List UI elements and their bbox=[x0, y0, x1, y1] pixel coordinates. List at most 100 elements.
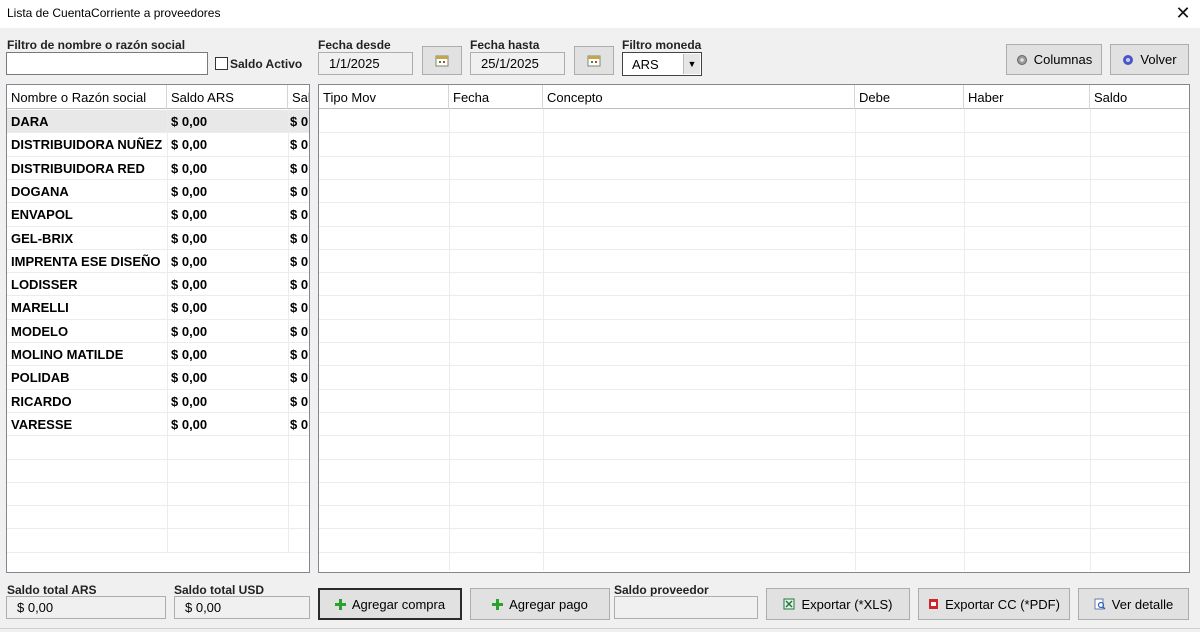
grid-line bbox=[7, 435, 309, 437]
agregar-compra-label: Agregar compra bbox=[351, 596, 446, 612]
grid-column-line bbox=[449, 109, 450, 571]
table-row[interactable]: MOLINO MATILDE $ 0,00 $ 0,00 bbox=[7, 343, 309, 366]
saldo-total-usd-label: Saldo total USD bbox=[174, 583, 265, 597]
saldo-usd-cell: $ 0,00 bbox=[290, 300, 309, 316]
grid-line bbox=[7, 551, 309, 553]
column-header-saldo[interactable]: Saldo bbox=[1090, 85, 1189, 109]
saldo-ars-cell: $ 0,00 bbox=[171, 183, 208, 199]
supplier-name-cell: DISTRIBUIDORA RED bbox=[11, 160, 145, 176]
ver-detalle-button[interactable]: Ver detalle bbox=[1078, 588, 1189, 620]
table-row[interactable]: VARESSE $ 0,00 $ 0,00 bbox=[7, 413, 309, 436]
close-icon[interactable]: ✕ bbox=[1172, 2, 1194, 24]
supplier-name-cell: ENVAPOL bbox=[11, 207, 73, 223]
moneda-select-value: ARS bbox=[632, 57, 659, 72]
saldo-ars-cell: $ 0,00 bbox=[171, 323, 208, 339]
saldo-usd-cell: $ 0,00 bbox=[290, 393, 309, 409]
grid-line bbox=[7, 318, 309, 320]
saldo-usd-cell: $ 0,00 bbox=[290, 277, 309, 293]
fecha-hasta-calendar-button[interactable] bbox=[574, 46, 614, 75]
plus-icon bbox=[334, 598, 346, 610]
table-row[interactable]: ENVAPOL $ 0,00 $ 0,00 bbox=[7, 203, 309, 226]
exportar-xls-button[interactable]: Exportar (*XLS) bbox=[766, 588, 910, 620]
column-header-haber[interactable]: Haber bbox=[964, 85, 1090, 109]
pdf-icon bbox=[928, 598, 939, 610]
moneda-filter-label: Filtro moneda bbox=[622, 38, 702, 52]
grid-line bbox=[7, 155, 309, 157]
grid-column-line bbox=[855, 109, 856, 571]
table-row[interactable]: DARA $ 0,00 $ 0,00 bbox=[7, 110, 309, 133]
saldo-proveedor-label: Saldo proveedor bbox=[614, 583, 709, 597]
table-row[interactable]: GEL-BRIX $ 0,00 $ 0,00 bbox=[7, 227, 309, 250]
movements-grid-header: Tipo Mov Fecha Concepto Debe Haber Saldo bbox=[319, 85, 1189, 109]
fecha-desde-label: Fecha desde bbox=[318, 38, 391, 52]
grid-column-line bbox=[1090, 109, 1091, 571]
agregar-pago-button[interactable]: Agregar pago bbox=[470, 588, 610, 620]
grid-line bbox=[7, 202, 309, 204]
saldo-ars-cell: $ 0,00 bbox=[171, 114, 208, 129]
movements-grid[interactable]: Tipo Mov Fecha Concepto Debe Haber Saldo bbox=[318, 84, 1190, 573]
grid-line bbox=[7, 272, 309, 274]
column-header-nombre[interactable]: Nombre o Razón social bbox=[7, 85, 167, 109]
title-bar: Lista de CuentaCorriente a proveedores ✕ bbox=[0, 0, 1200, 28]
grid-column-line bbox=[288, 109, 289, 553]
saldo-total-ars-field: $ 0,00 bbox=[6, 596, 166, 619]
magnifier-document-icon bbox=[1094, 598, 1106, 610]
saldo-activo-checkbox[interactable] bbox=[215, 57, 228, 70]
name-filter-label: Filtro de nombre o razón social bbox=[7, 38, 186, 52]
column-header-saldo-usd[interactable]: Saldo USD bbox=[288, 85, 309, 109]
fecha-desde-calendar-button[interactable] bbox=[422, 46, 462, 75]
table-row[interactable]: MARELLI $ 0,00 $ 0,00 bbox=[7, 296, 309, 319]
supplier-name-cell: LODISSER bbox=[11, 277, 78, 293]
fecha-hasta-field[interactable]: 25/1/2025 bbox=[470, 52, 565, 75]
saldo-total-usd-field: $ 0,00 bbox=[174, 596, 310, 619]
columnas-button[interactable]: Columnas bbox=[1006, 44, 1102, 75]
fecha-desde-field[interactable]: 1/1/2025 bbox=[318, 52, 413, 75]
table-row[interactable]: DOGANA $ 0,00 $ 0,00 bbox=[7, 180, 309, 203]
grid-line bbox=[7, 295, 309, 297]
table-row[interactable]: RICARDO $ 0,00 $ 0,00 bbox=[7, 390, 309, 413]
plus-icon bbox=[492, 598, 504, 610]
column-header-saldo-ars[interactable]: Saldo ARS bbox=[167, 85, 288, 109]
saldo-ars-cell: $ 0,00 bbox=[171, 207, 208, 223]
supplier-name-cell: RICARDO bbox=[11, 393, 72, 409]
back-icon bbox=[1122, 54, 1134, 66]
window-title: Lista de CuentaCorriente a proveedores bbox=[7, 6, 221, 20]
name-filter-input[interactable] bbox=[6, 52, 208, 75]
table-row[interactable]: DISTRIBUIDORA NUÑEZ $ 0,00 $ 0,00 bbox=[7, 133, 309, 156]
gear-icon bbox=[1016, 54, 1028, 66]
saldo-usd-cell: $ 0,00 bbox=[290, 253, 309, 269]
volver-button[interactable]: Volver bbox=[1110, 44, 1189, 75]
saldo-ars-cell: $ 0,00 bbox=[171, 230, 208, 246]
agregar-compra-button[interactable]: Agregar compra bbox=[318, 588, 462, 620]
suppliers-grid[interactable]: Nombre o Razón social Saldo ARS Saldo US… bbox=[6, 84, 310, 573]
grid-line bbox=[7, 248, 309, 250]
table-row[interactable]: DISTRIBUIDORA RED $ 0,00 $ 0,00 bbox=[7, 157, 309, 180]
column-header-fecha[interactable]: Fecha bbox=[449, 85, 543, 109]
supplier-name-cell: GEL-BRIX bbox=[11, 230, 74, 246]
column-header-debe[interactable]: Debe bbox=[855, 85, 964, 109]
table-row[interactable]: POLIDAB $ 0,00 $ 0,00 bbox=[7, 366, 309, 389]
exportar-pdf-button[interactable]: Exportar CC (*PDF) bbox=[918, 588, 1070, 620]
grid-line bbox=[7, 178, 309, 180]
table-row[interactable]: IMPRENTA ESE DISEÑO $ 0,00 $ 0,00 bbox=[7, 250, 309, 273]
saldo-ars-cell: $ 0,00 bbox=[171, 416, 208, 432]
column-header-tipo-mov[interactable]: Tipo Mov bbox=[319, 85, 449, 109]
saldo-ars-cell: $ 0,00 bbox=[171, 137, 208, 153]
saldo-usd-cell: $ 0,00 bbox=[290, 323, 309, 339]
agregar-pago-label: Agregar pago bbox=[509, 596, 588, 612]
grid-line bbox=[7, 365, 309, 367]
saldo-ars-cell: $ 0,00 bbox=[171, 300, 208, 316]
saldo-usd-cell: $ 0,00 bbox=[290, 114, 309, 129]
grid-line bbox=[7, 388, 309, 390]
saldo-proveedor-field bbox=[614, 596, 758, 619]
table-row[interactable]: MODELO $ 0,00 $ 0,00 bbox=[7, 320, 309, 343]
table-row[interactable]: LODISSER $ 0,00 $ 0,00 bbox=[7, 273, 309, 296]
volver-label: Volver bbox=[1140, 52, 1177, 67]
chevron-down-icon[interactable]: ▼ bbox=[683, 54, 700, 74]
supplier-name-cell: MODELO bbox=[11, 323, 69, 339]
saldo-ars-cell: $ 0,00 bbox=[171, 370, 208, 386]
column-header-concepto[interactable]: Concepto bbox=[543, 85, 855, 109]
saldo-ars-cell: $ 0,00 bbox=[171, 160, 208, 176]
saldo-ars-cell: $ 0,00 bbox=[171, 347, 208, 362]
moneda-select[interactable]: ARS ▼ bbox=[622, 52, 702, 76]
